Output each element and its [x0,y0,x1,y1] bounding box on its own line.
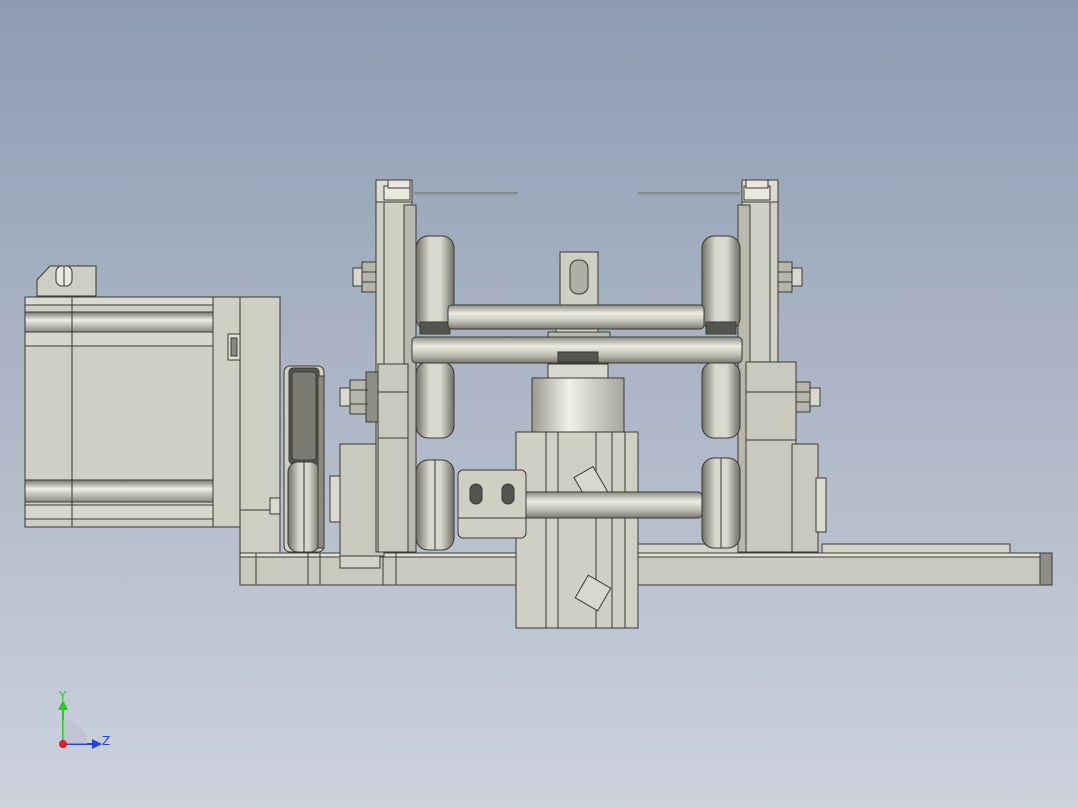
shaft-coupling[interactable] [457,469,527,539]
cad-viewport[interactable]: Y Z [0,0,1078,808]
right-roller-upper[interactable] [701,235,741,335]
triad-y-label: Y [58,689,67,703]
upper-shaft[interactable] [447,304,705,330]
left-top-clamp[interactable] [387,179,411,189]
right-top-clamp[interactable] [745,179,769,189]
lower-shaft[interactable] [519,491,703,519]
linear-actuator-body[interactable] [515,431,639,629]
triad-origin [59,740,67,748]
motor-pulley[interactable] [283,365,325,553]
triad-z-label: Z [102,734,110,748]
stepper-motor[interactable] [24,265,281,554]
